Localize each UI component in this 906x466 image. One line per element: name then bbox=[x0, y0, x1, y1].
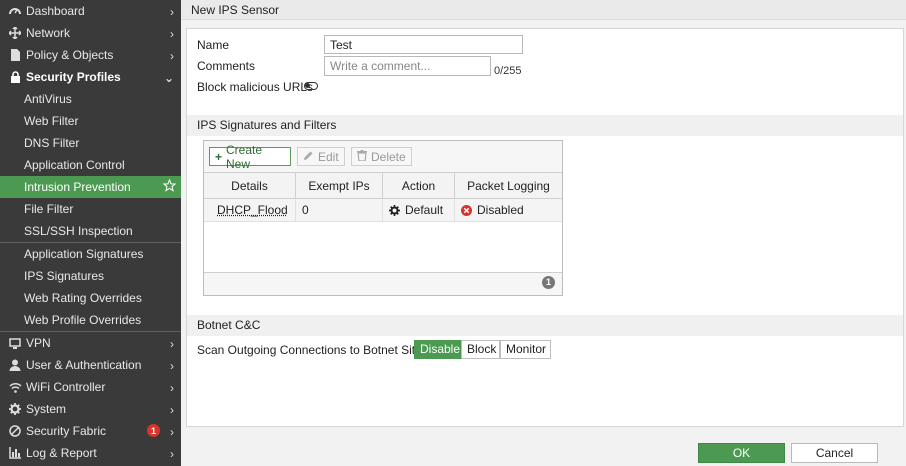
gear-icon bbox=[389, 204, 400, 216]
action-value: Default bbox=[405, 202, 444, 217]
sidebar-item-policy-objects[interactable]: Policy & Objects › bbox=[0, 44, 181, 66]
botnet-disable-option[interactable]: Disable bbox=[414, 340, 461, 359]
sidebar-item-wifi-controller[interactable]: WiFi Controller › bbox=[0, 376, 181, 398]
botnet-section-header: Botnet C&C bbox=[187, 315, 903, 336]
sidebar-item-network[interactable]: Network › bbox=[0, 22, 181, 44]
signature-name: DHCP_Flood bbox=[217, 203, 288, 217]
create-new-label: Create New bbox=[226, 142, 263, 171]
chevron-right-icon: › bbox=[170, 337, 174, 351]
sidebar-item-dashboard[interactable]: Dashboard › bbox=[0, 0, 181, 22]
sidebar-item-label: Security Profiles bbox=[26, 70, 121, 84]
botnet-scan-label: Scan Outgoing Connections to Botnet Site… bbox=[197, 343, 428, 357]
comments-label: Comments bbox=[197, 59, 256, 73]
network-icon bbox=[8, 26, 22, 40]
chevron-right-icon: › bbox=[170, 359, 174, 373]
chevron-down-icon: ⌄ bbox=[163, 71, 174, 85]
sidebar-item-system[interactable]: System › bbox=[0, 398, 181, 420]
sidebar-item-web-profile-overrides[interactable]: Web Profile Overrides bbox=[0, 309, 181, 331]
chevron-right-icon: › bbox=[170, 381, 174, 395]
chevron-right-icon: › bbox=[170, 447, 174, 461]
sidebar-item-label: System bbox=[26, 402, 67, 416]
botnet-monitor-option[interactable]: Monitor bbox=[500, 340, 551, 359]
sidebar-item-vpn[interactable]: VPN › bbox=[0, 332, 181, 354]
chevron-right-icon: › bbox=[170, 403, 174, 417]
chevron-right-icon: › bbox=[170, 27, 174, 41]
sidebar-item-file-filter[interactable]: File Filter bbox=[0, 198, 181, 220]
vpn-icon bbox=[8, 336, 22, 350]
sidebar-item-security-fabric[interactable]: Security Fabric 1 › bbox=[0, 420, 181, 442]
lock-icon bbox=[8, 70, 22, 84]
ips-table-box: + Create New Edit Delete Details Exempt … bbox=[203, 140, 563, 296]
cell-exempt-ips: 0 bbox=[296, 199, 383, 222]
chevron-right-icon: › bbox=[170, 425, 174, 439]
sidebar-item-label: User & Authentication bbox=[26, 358, 142, 372]
edit-button[interactable]: Edit bbox=[297, 147, 345, 166]
sidebar-item-security-profiles[interactable]: Security Profiles ⌄ bbox=[0, 66, 181, 88]
chevron-right-icon: › bbox=[170, 5, 174, 19]
comments-counter: 0/255 bbox=[494, 65, 522, 77]
sidebar-item-intrusion-prevention[interactable]: Intrusion Prevention bbox=[0, 176, 181, 198]
sidebar-item-user-authentication[interactable]: User & Authentication › bbox=[0, 354, 181, 376]
row-count-badge: 1 bbox=[542, 276, 555, 289]
dashboard-icon bbox=[8, 4, 22, 18]
chevron-right-icon: › bbox=[170, 49, 174, 63]
sidebar-item-application-control[interactable]: Application Control bbox=[0, 154, 181, 176]
delete-label: Delete bbox=[371, 149, 406, 164]
block-urls-label: Block malicious URLs bbox=[197, 80, 314, 94]
sidebar-item-dns-filter[interactable]: DNS Filter bbox=[0, 132, 181, 154]
plus-icon: + bbox=[215, 149, 223, 164]
column-header-exempt-ips[interactable]: Exempt IPs bbox=[296, 173, 383, 199]
logging-value: Disabled bbox=[477, 202, 524, 217]
comments-field[interactable] bbox=[324, 56, 491, 76]
sidebar-item-label: Dashboard bbox=[26, 4, 85, 18]
cell-packet-logging: Disabled bbox=[455, 199, 562, 222]
ok-button[interactable]: OK bbox=[698, 443, 785, 463]
sidebar-item-label: Policy & Objects bbox=[26, 48, 114, 62]
sidebar-item-web-filter[interactable]: Web Filter bbox=[0, 110, 181, 132]
ips-grid: Details Exempt IPs Action Packet Logging… bbox=[204, 172, 562, 273]
edit-label: Edit bbox=[318, 149, 339, 164]
ips-section-header: IPS Signatures and Filters bbox=[187, 115, 903, 136]
sidebar-item-label: Log & Report bbox=[26, 446, 97, 460]
form-panel: Name Comments 0/255 Block malicious URLs… bbox=[186, 28, 904, 427]
botnet-block-option[interactable]: Block bbox=[461, 340, 500, 359]
sidebar-item-log-report[interactable]: Log & Report › bbox=[0, 442, 181, 464]
pencil-icon bbox=[303, 150, 314, 164]
delete-button[interactable]: Delete bbox=[351, 147, 412, 166]
trash-icon bbox=[357, 149, 367, 164]
sidebar-item-antivirus[interactable]: AntiVirus bbox=[0, 88, 181, 110]
name-label: Name bbox=[197, 38, 230, 52]
create-new-button[interactable]: + Create New bbox=[209, 143, 291, 171]
sidebar-item-web-rating-overrides[interactable]: Web Rating Overrides bbox=[0, 287, 181, 309]
sidebar-item-label: Intrusion Prevention bbox=[24, 180, 131, 194]
column-header-details[interactable]: Details bbox=[204, 173, 296, 199]
sidebar-item-label: Network bbox=[26, 26, 71, 40]
cell-action: Default bbox=[383, 199, 455, 222]
policy-icon bbox=[8, 48, 22, 62]
sidebar: Dashboard › Network › Policy & Objects ›… bbox=[0, 0, 181, 466]
sidebar-item-label: VPN bbox=[26, 336, 51, 350]
sidebar-item-label: WiFi Controller bbox=[26, 380, 106, 394]
block-urls-toggle[interactable] bbox=[304, 82, 318, 90]
fabric-icon bbox=[8, 424, 22, 438]
cancel-button[interactable]: Cancel bbox=[791, 443, 878, 463]
gear-icon bbox=[8, 402, 22, 416]
error-circle-icon bbox=[461, 204, 472, 216]
sidebar-item-ssl-ssh-inspection[interactable]: SSL/SSH Inspection bbox=[0, 220, 181, 242]
user-icon bbox=[8, 358, 22, 372]
page-title: New IPS Sensor bbox=[181, 0, 906, 20]
sidebar-item-application-signatures[interactable]: Application Signatures bbox=[0, 243, 181, 265]
cell-details: DHCP_Flood bbox=[204, 199, 296, 222]
notification-badge: 1 bbox=[147, 424, 160, 437]
sidebar-item-label: Security Fabric bbox=[26, 424, 107, 438]
column-header-action[interactable]: Action bbox=[383, 173, 455, 199]
chart-icon bbox=[8, 446, 22, 460]
name-input[interactable] bbox=[324, 35, 523, 54]
column-header-packet-logging[interactable]: Packet Logging bbox=[455, 173, 562, 199]
sidebar-item-ips-signatures[interactable]: IPS Signatures bbox=[0, 265, 181, 287]
star-icon[interactable] bbox=[162, 178, 177, 195]
wifi-icon bbox=[8, 380, 22, 394]
